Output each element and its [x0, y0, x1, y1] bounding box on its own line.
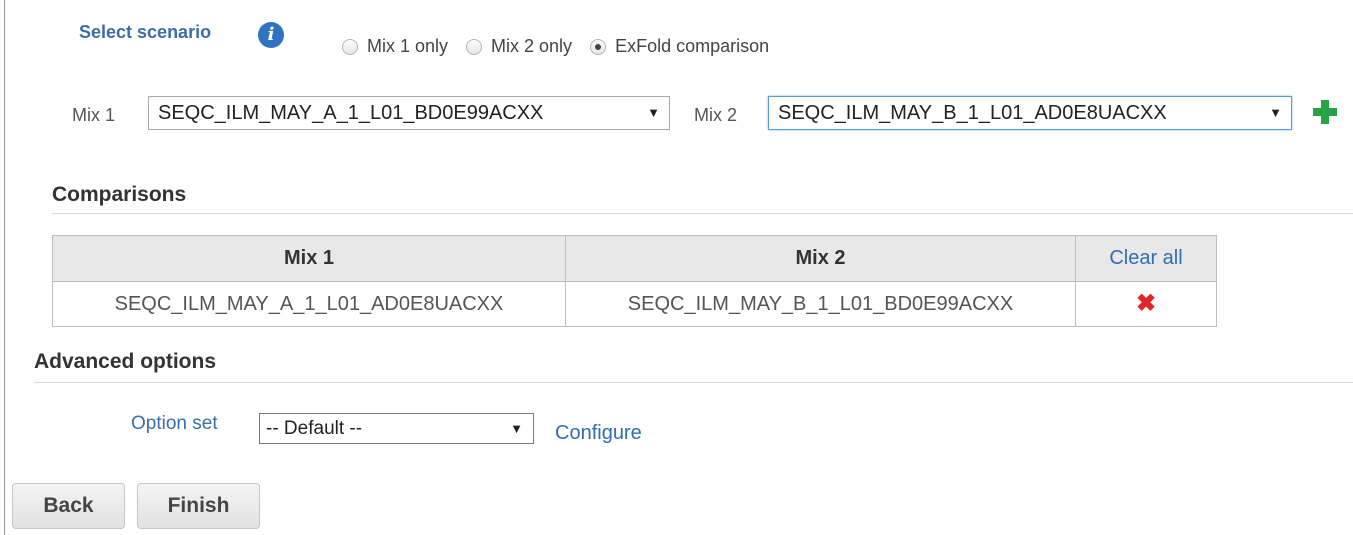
option-set-value: -- Default -- [266, 418, 363, 439]
table-row: SEQC_ILM_MAY_A_1_L01_AD0E8UACXX SEQC_ILM… [52, 281, 1217, 327]
radio-button[interactable] [342, 38, 358, 55]
scenario-radio-group: Mix 1 only Mix 2 only ExFold comparison [342, 36, 787, 57]
radio-label: Mix 1 only [367, 36, 449, 56]
chevron-down-icon: ▼ [1269, 105, 1282, 120]
clear-all-link[interactable]: Clear all [1109, 247, 1182, 269]
chevron-down-icon: ▼ [647, 105, 660, 120]
radio-mix2-only[interactable]: Mix 2 only [466, 36, 572, 57]
option-set-select[interactable]: -- Default -- ▼ [259, 413, 534, 444]
page-left-border [4, 0, 5, 535]
comparisons-divider [52, 213, 1353, 214]
configure-link[interactable]: Configure [555, 422, 642, 445]
add-comparison-plus-icon[interactable] [1312, 99, 1338, 125]
column-header-mix1: Mix 1 [52, 235, 566, 282]
select-scenario-label: Select scenario [79, 22, 212, 42]
comparisons-title: Comparisons [52, 183, 187, 206]
radio-mix1-only[interactable]: Mix 1 only [342, 36, 448, 57]
radio-button[interactable] [466, 38, 483, 55]
radio-label: ExFold comparison [615, 36, 770, 56]
radio-exfold-comparison[interactable]: ExFold comparison [590, 36, 769, 57]
table-header-row: Mix 1 Mix 2 Clear all [52, 235, 1217, 282]
mix1-select[interactable]: SEQC_ILM_MAY_A_1_L01_BD0E99ACXX ▼ [148, 96, 670, 130]
mix1-select-value: SEQC_ILM_MAY_A_1_L01_BD0E99ACXX [158, 102, 544, 124]
cell-mix2: SEQC_ILM_MAY_B_1_L01_BD0E99ACXX [565, 281, 1076, 327]
finish-button[interactable]: Finish [137, 483, 260, 529]
mix2-select-value: SEQC_ILM_MAY_B_1_L01_AD0E8UACXX [778, 102, 1167, 124]
back-button[interactable]: Back [12, 483, 125, 529]
cell-mix1: SEQC_ILM_MAY_A_1_L01_AD0E8UACXX [52, 281, 566, 327]
column-header-clear: Clear all [1075, 235, 1217, 282]
mix1-label: Mix 1 [72, 105, 116, 125]
option-set-label: Option set [131, 413, 218, 434]
cell-remove: ✖ [1075, 281, 1217, 327]
close-icon[interactable]: ✖ [1136, 291, 1156, 316]
chevron-down-icon: ▼ [510, 421, 523, 436]
radio-label: Mix 2 only [491, 36, 573, 56]
column-header-mix2: Mix 2 [565, 235, 1076, 282]
mix2-select[interactable]: SEQC_ILM_MAY_B_1_L01_AD0E8UACXX ▼ [768, 96, 1292, 130]
advanced-options-title: Advanced options [34, 350, 217, 373]
mix2-label: Mix 2 [694, 105, 738, 125]
comparisons-table: Mix 1 Mix 2 Clear all SEQC_ILM_MAY_A_1_L… [52, 235, 1217, 327]
info-icon[interactable]: i [258, 22, 284, 48]
advanced-options-divider [34, 382, 1353, 383]
radio-button-selected[interactable] [590, 38, 607, 55]
